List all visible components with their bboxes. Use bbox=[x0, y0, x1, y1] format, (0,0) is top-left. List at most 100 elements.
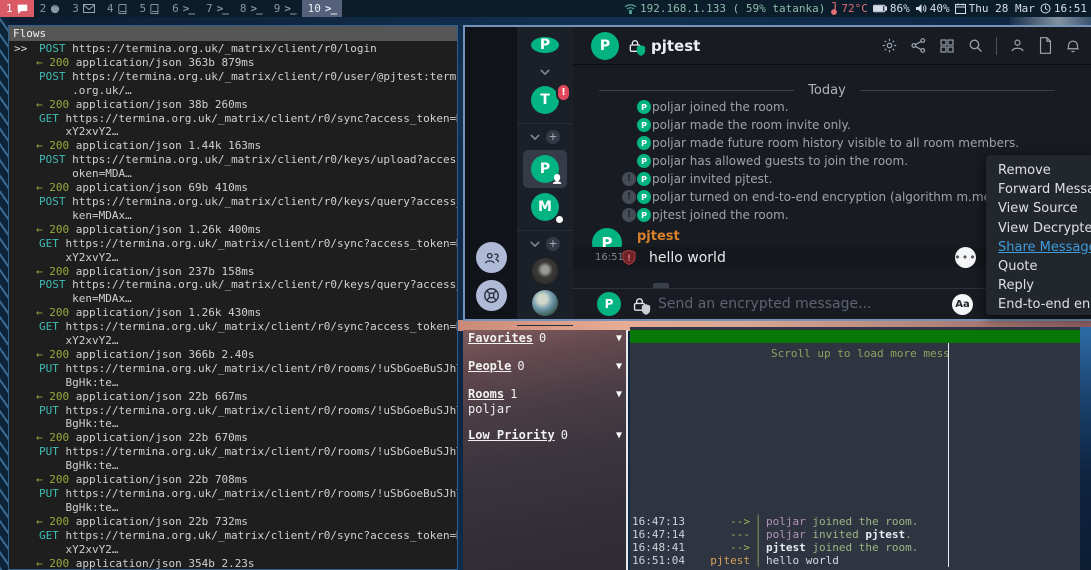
request-url: https://termina.org.uk/_matrix/client/r0… bbox=[59, 529, 457, 542]
menu-item-forward-message[interactable]: Forward Message bbox=[998, 180, 1091, 199]
request-url: https://termina.org.uk/_matrix/client/r0… bbox=[59, 487, 457, 500]
room-avatar[interactable]: P👤 bbox=[531, 155, 559, 183]
workspace-10[interactable]: 10>_ bbox=[302, 0, 343, 17]
chevron-down-icon[interactable] bbox=[540, 69, 550, 75]
response-status: ← 200 bbox=[36, 181, 69, 194]
mail-icon bbox=[83, 4, 95, 13]
user-avatar[interactable]: P bbox=[531, 37, 559, 53]
message-input[interactable] bbox=[658, 296, 952, 312]
room-avatar-tower[interactable] bbox=[532, 258, 558, 284]
menu-item-view-decrypted-s[interactable]: View Decrypted S bbox=[998, 219, 1091, 238]
workspace-number: 1 bbox=[6, 2, 13, 15]
info-shield-icon: ! bbox=[622, 190, 636, 204]
roomlist-section-header[interactable]: Favorites0▼ bbox=[468, 331, 622, 345]
roomlist-room[interactable]: poljar bbox=[468, 402, 622, 416]
notifications-button[interactable] bbox=[1065, 37, 1081, 54]
response-meta: application/json 354b 2.23s bbox=[69, 557, 254, 569]
flow-row[interactable]: PUT https://termina.org.uk/_matrix/clien… bbox=[9, 487, 457, 529]
add-room-button[interactable]: + bbox=[546, 237, 560, 251]
workspace-9[interactable]: 9>_ bbox=[268, 0, 302, 17]
roomlist-section-header[interactable]: People0▼ bbox=[468, 359, 622, 373]
line-prefix: pjtest bbox=[690, 554, 750, 567]
section-header bbox=[540, 65, 550, 79]
response-status: ← 200 bbox=[36, 473, 69, 486]
http-method: GET bbox=[39, 237, 59, 250]
chevron-down-icon[interactable] bbox=[530, 241, 540, 247]
unread-marker[interactable] bbox=[653, 283, 669, 288]
calendar-icon bbox=[955, 3, 966, 14]
workspace-switcher: 1 2 3456>_7>_8>_9>_10>_ bbox=[0, 0, 342, 17]
add-room-button[interactable]: + bbox=[546, 130, 560, 144]
wifi-icon bbox=[624, 3, 637, 14]
response-status: ← 200 bbox=[36, 390, 69, 403]
roomlist-section-header[interactable]: Low Priority0▼ bbox=[468, 428, 622, 442]
workspace-1[interactable]: 1 bbox=[0, 0, 34, 17]
collapse-triangle-icon[interactable]: ▼ bbox=[616, 361, 622, 372]
flow-row[interactable]: PUT https://termina.org.uk/_matrix/clien… bbox=[9, 445, 457, 487]
collapse-triangle-icon[interactable]: ▼ bbox=[616, 389, 622, 400]
request-url: https://termina.org.uk/_matrix/client/r0… bbox=[59, 362, 457, 375]
collapse-triangle-icon[interactable]: ▼ bbox=[616, 333, 622, 344]
composer-lock-icon bbox=[631, 296, 648, 313]
apps-button[interactable] bbox=[939, 38, 955, 54]
room-avatar[interactable]: T! bbox=[531, 86, 559, 114]
workspace-2[interactable]: 2 bbox=[34, 0, 67, 17]
chevron-down-icon[interactable] bbox=[530, 134, 540, 140]
flow-row[interactable]: GET https://termina.org.uk/_matrix/clien… bbox=[9, 237, 457, 279]
search-button[interactable] bbox=[967, 37, 984, 54]
weechat-messages: 16:47:13-->│poljar joined the room.16:47… bbox=[632, 515, 918, 567]
menu-item-quote[interactable]: Quote bbox=[998, 257, 1091, 276]
explore-button[interactable] bbox=[476, 280, 507, 311]
flow-row[interactable]: GET https://termina.org.uk/_matrix/clien… bbox=[9, 529, 457, 569]
event-avatar: P bbox=[637, 100, 651, 114]
weechat-title-bar bbox=[630, 330, 1080, 343]
wallpaper-right-strip bbox=[1080, 327, 1091, 570]
room-avatar[interactable]: M bbox=[531, 193, 559, 221]
room-avatar-globe[interactable] bbox=[532, 290, 558, 316]
selected-room[interactable]: P👤 bbox=[523, 150, 567, 188]
flow-row[interactable]: POST https://termina.org.uk/_matrix/clie… bbox=[9, 195, 457, 237]
flow-row[interactable]: >>POST https://termina.org.uk/_matrix/cl… bbox=[9, 42, 457, 70]
flow-row[interactable]: GET https://termina.org.uk/_matrix/clien… bbox=[9, 320, 457, 362]
workspace-number: 2 bbox=[40, 2, 47, 15]
workspace-4[interactable]: 4 bbox=[101, 0, 134, 17]
menu-item-reply[interactable]: Reply bbox=[998, 276, 1091, 295]
workspace-5[interactable]: 5 bbox=[134, 0, 167, 17]
menu-item-end-to-end-encry[interactable]: End-to-end encry bbox=[998, 295, 1091, 314]
response-meta: application/json 366b 2.40s bbox=[69, 348, 254, 361]
format-button[interactable]: Aa bbox=[952, 294, 973, 315]
request-url: https://termina.org.uk/_matrix/client/r0… bbox=[66, 153, 458, 166]
people-button[interactable] bbox=[476, 242, 507, 273]
flow-row[interactable]: POST https://termina.org.uk/_matrix/clie… bbox=[9, 278, 457, 320]
room-header: P pjtest bbox=[573, 27, 1091, 65]
files-button[interactable] bbox=[1038, 37, 1053, 54]
workspace-3[interactable]: 3 bbox=[66, 0, 101, 17]
room-avatar[interactable]: P bbox=[591, 32, 619, 60]
menu-item-view-source[interactable]: View Source bbox=[998, 199, 1091, 218]
room-list-sidebar: P T! + P👤 M + bbox=[517, 27, 573, 319]
share-button[interactable] bbox=[910, 37, 927, 54]
workspace-6[interactable]: 6>_ bbox=[166, 0, 200, 17]
members-button[interactable] bbox=[1009, 37, 1026, 54]
terminal-icon: >_ bbox=[217, 2, 228, 15]
workspace-8[interactable]: 8>_ bbox=[234, 0, 268, 17]
collapse-triangle-icon[interactable]: ▼ bbox=[616, 430, 622, 441]
roomlist-section-header[interactable]: Rooms1▼ bbox=[468, 387, 622, 401]
terminal-icon: >_ bbox=[325, 2, 336, 15]
settings-button[interactable] bbox=[881, 37, 898, 54]
workspace-7[interactable]: 7>_ bbox=[200, 0, 234, 17]
message-options-button[interactable]: ••• bbox=[955, 247, 976, 268]
flow-row[interactable]: GET https://termina.org.uk/_matrix/clien… bbox=[9, 112, 457, 154]
flow-row[interactable]: POST https://termina.org.uk/_matrix/clie… bbox=[9, 70, 457, 112]
flow-row[interactable]: PUT https://termina.org.uk/_matrix/clien… bbox=[9, 362, 457, 404]
menu-item-remove[interactable]: Remove bbox=[998, 161, 1091, 180]
request-url-cont: BgHk:te… bbox=[9, 459, 457, 473]
state-event-text: poljar has allowed guests to join the ro… bbox=[652, 154, 908, 168]
text-segment: hello world bbox=[766, 554, 839, 567]
flow-row[interactable]: POST https://termina.org.uk/_matrix/clie… bbox=[9, 153, 457, 195]
text-segment: invited bbox=[806, 528, 866, 541]
menu-item-share-message[interactable]: Share Message bbox=[998, 238, 1091, 257]
line-text: poljar joined the room. bbox=[766, 515, 918, 528]
state-event: Ppoljar made future room history visible… bbox=[573, 134, 1091, 152]
flow-row[interactable]: PUT https://termina.org.uk/_matrix/clien… bbox=[9, 404, 457, 446]
